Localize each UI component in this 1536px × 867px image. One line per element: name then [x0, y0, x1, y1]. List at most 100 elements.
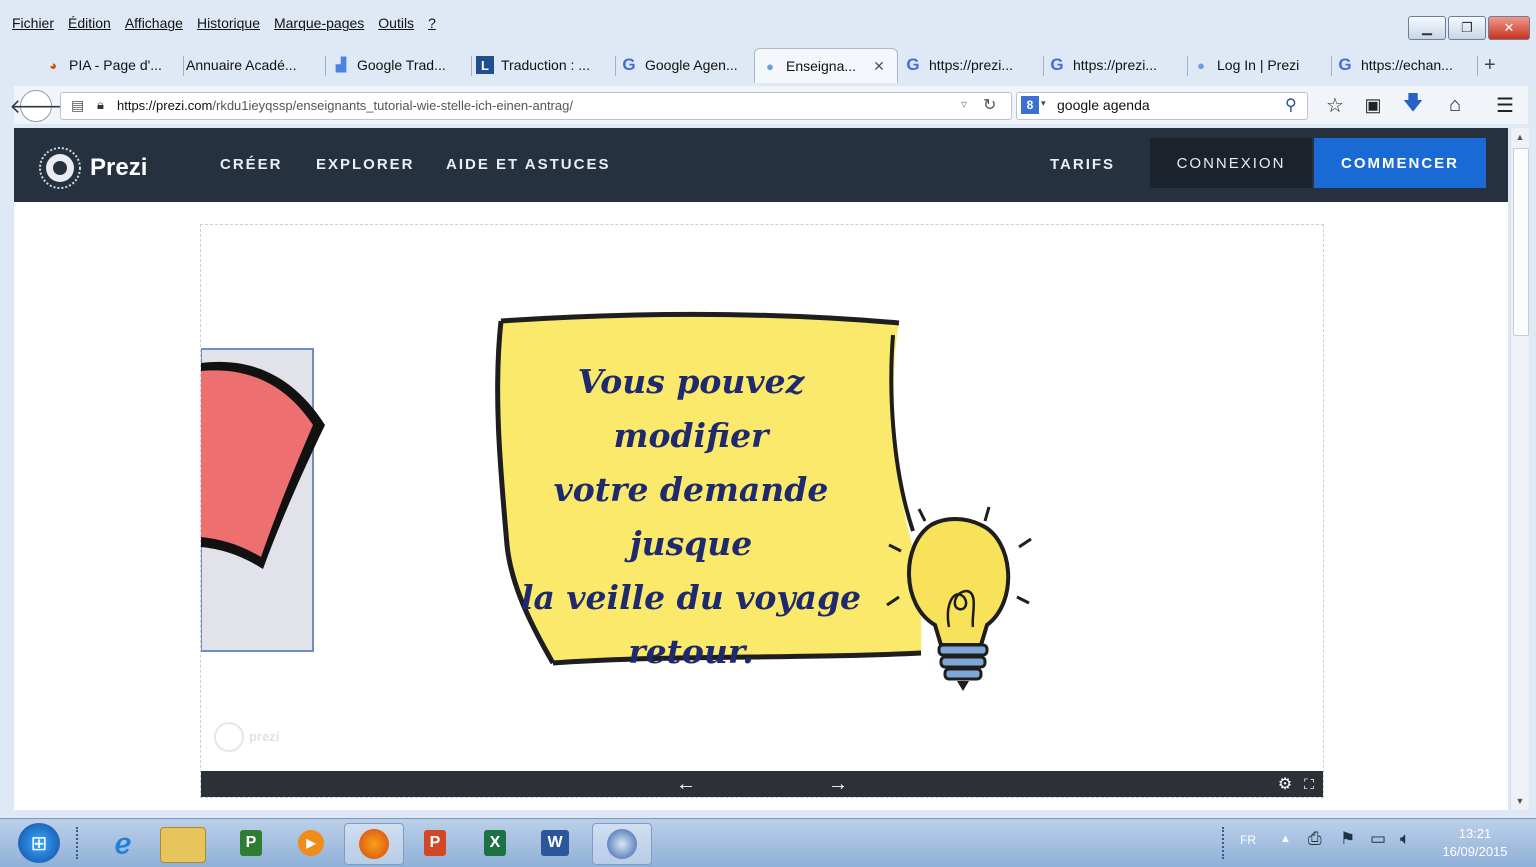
- url-domain: https://prezi.com: [117, 98, 213, 113]
- close-window-button[interactable]: ✕: [1488, 16, 1530, 40]
- search-bar[interactable]: 8 ▾ google agenda ⚲: [1016, 92, 1308, 120]
- menu-bookmarks[interactable]: Marque-pages: [274, 10, 364, 36]
- media-player-icon[interactable]: ▶: [284, 823, 338, 863]
- logo-text: Prezi: [90, 154, 148, 181]
- minimize-button[interactable]: ▁: [1408, 16, 1446, 40]
- network-icon[interactable]: ▭: [1370, 829, 1386, 849]
- tab-login-prezi[interactable]: ● Log In | Prezi: [1186, 50, 1332, 80]
- reload-icon[interactable]: ↻: [983, 95, 996, 115]
- close-tab-icon[interactable]: ✕: [873, 58, 885, 75]
- printer-icon[interactable]: ⎙: [1308, 829, 1322, 849]
- menu-file[interactable]: Fichier: [12, 10, 54, 36]
- tab-label: https://echan...: [1361, 57, 1453, 73]
- presentation-controls: ← → ⚙ ⛶: [201, 771, 1323, 797]
- prezi-presentation[interactable]: prezi Vous pouvez modifier votre demande…: [200, 224, 1324, 798]
- nav-aide-astuces[interactable]: AIDE ET ASTUCES: [446, 156, 610, 173]
- tab-annuaire[interactable]: Annuaire Acadé...: [180, 50, 326, 80]
- commencer-button[interactable]: COMMENCER: [1314, 138, 1486, 188]
- fullscreen-button[interactable]: ⛶: [1297, 771, 1321, 797]
- menu-view[interactable]: Affichage: [125, 10, 183, 36]
- browser-window: Fichier Édition Affichage Historique Mar…: [0, 0, 1536, 818]
- settings-button[interactable]: ⚙: [1273, 771, 1297, 797]
- connexion-button[interactable]: CONNEXION: [1150, 138, 1312, 188]
- maximize-button[interactable]: ❐: [1448, 16, 1486, 40]
- tab-label: Google Trad...: [357, 57, 446, 73]
- excel-icon[interactable]: X: [468, 823, 522, 863]
- tab-bar: ◕ PIA - Page d'... Annuaire Acadé... ▟ G…: [10, 46, 1526, 84]
- download-icon[interactable]: 🡇: [1400, 92, 1426, 118]
- url-text: https://prezi.com/rkdu1ieyqssp/enseignan…: [117, 98, 573, 113]
- menu-history[interactable]: Historique: [197, 10, 260, 36]
- firefox-icon[interactable]: [344, 823, 404, 865]
- gear-icon: ⚙: [1277, 776, 1293, 793]
- windows-logo-icon: ⊞: [30, 832, 48, 855]
- tab-label: PIA - Page d'...: [69, 57, 162, 73]
- google-icon: G: [622, 55, 636, 74]
- tab-google-translate[interactable]: ▟ Google Trad...: [326, 50, 472, 80]
- web-page: Prezi CRÉER EXPLORER AIDE ET ASTUCES TAR…: [14, 128, 1508, 810]
- tab-traduction[interactable]: L Traduction : ...: [470, 50, 616, 80]
- tab-prezi-1[interactable]: G https://prezi...: [898, 50, 1044, 80]
- back-arrow-icon: 🡐: [9, 95, 63, 118]
- nav-explorer[interactable]: EXPLORER: [316, 156, 415, 173]
- dropdown-icon[interactable]: ▿: [961, 97, 967, 111]
- slide-text: Vous pouvez modifier votre demande jusqu…: [501, 355, 881, 679]
- slide-line: Vous pouvez modifier: [577, 362, 805, 455]
- lock-icon: 🔒︎: [97, 97, 104, 112]
- prezi-logo[interactable]: Prezi: [38, 146, 147, 190]
- tab-google-agenda[interactable]: G Google Agen...: [614, 50, 760, 80]
- powerpoint-icon[interactable]: P: [408, 823, 462, 863]
- back-button[interactable]: 🡐: [9, 90, 63, 122]
- globe-icon: ●: [1197, 57, 1205, 73]
- maximize-icon: ❐: [1461, 20, 1473, 35]
- show-hidden-icons-icon[interactable]: ▲: [1280, 833, 1291, 845]
- tab-label: Log In | Prezi: [1217, 57, 1300, 73]
- ie-icon[interactable]: ℯ: [96, 823, 150, 863]
- previous-slide-button[interactable]: ←: [671, 771, 701, 797]
- firefox-icon: ◕: [49, 57, 57, 73]
- google-icon: G: [1050, 55, 1064, 74]
- bookmark-star-icon[interactable]: ☆: [1322, 92, 1348, 118]
- url-bar[interactable]: ▤ 🔒︎ https://prezi.com/rkdu1ieyqssp/ense…: [60, 92, 1012, 120]
- scroll-down-icon[interactable]: ▼: [1513, 796, 1527, 806]
- word-icon[interactable]: W: [528, 823, 582, 863]
- menu-help[interactable]: ?: [428, 10, 436, 36]
- start-button[interactable]: ⊞: [18, 823, 60, 863]
- nav-tarifs[interactable]: TARIFS: [1050, 156, 1115, 173]
- menu-edit[interactable]: Édition: [68, 10, 111, 36]
- tab-prezi-2[interactable]: G https://prezi...: [1042, 50, 1188, 80]
- page-info-icon[interactable]: ▤: [71, 97, 84, 114]
- next-slide-button[interactable]: →: [823, 771, 853, 797]
- new-tab-button[interactable]: +: [1478, 50, 1514, 80]
- thunderbird-icon[interactable]: [592, 823, 652, 865]
- action-center-flag-icon[interactable]: ⚑: [1340, 829, 1355, 849]
- reading-list-icon[interactable]: ▣: [1360, 92, 1386, 118]
- nav-creer[interactable]: CRÉER: [220, 156, 283, 173]
- tab-echange[interactable]: G https://echan...: [1330, 50, 1478, 80]
- menu-hamburger-icon[interactable]: ☰: [1492, 92, 1518, 118]
- search-icon[interactable]: ⚲: [1285, 95, 1297, 115]
- tab-pia[interactable]: ◕ PIA - Page d'...: [38, 50, 184, 80]
- clock[interactable]: 13:21 16/09/2015: [1430, 825, 1520, 861]
- scroll-up-icon[interactable]: ▲: [1513, 132, 1527, 142]
- translate-icon: ▟: [336, 57, 346, 72]
- menu-tools[interactable]: Outils: [378, 10, 414, 36]
- volume-icon[interactable]: 🔈︎: [1400, 829, 1410, 849]
- language-indicator[interactable]: FR: [1240, 833, 1256, 847]
- engine-dropdown-icon[interactable]: ▾: [1041, 98, 1046, 109]
- slide-line: retour.: [628, 632, 754, 671]
- google-icon: G: [1338, 55, 1352, 74]
- project-icon[interactable]: P: [224, 823, 278, 863]
- search-input[interactable]: google agenda: [1057, 97, 1150, 113]
- explorer-icon[interactable]: [160, 827, 206, 863]
- slide-line: votre demande jusque: [553, 470, 829, 563]
- tab-enseignants[interactable]: ● Enseigna... ✕: [754, 48, 898, 83]
- google-search-engine-icon[interactable]: 8: [1021, 96, 1039, 114]
- vertical-scrollbar[interactable]: ▲ ▼: [1510, 128, 1529, 810]
- clock-time: 13:21: [1458, 826, 1492, 841]
- scrollbar-thumb[interactable]: [1513, 148, 1529, 336]
- plus-icon: +: [1484, 53, 1496, 76]
- clock-date: 16/09/2015: [1442, 844, 1508, 859]
- home-icon[interactable]: ⌂: [1442, 92, 1468, 118]
- tray-grip: [1222, 827, 1232, 859]
